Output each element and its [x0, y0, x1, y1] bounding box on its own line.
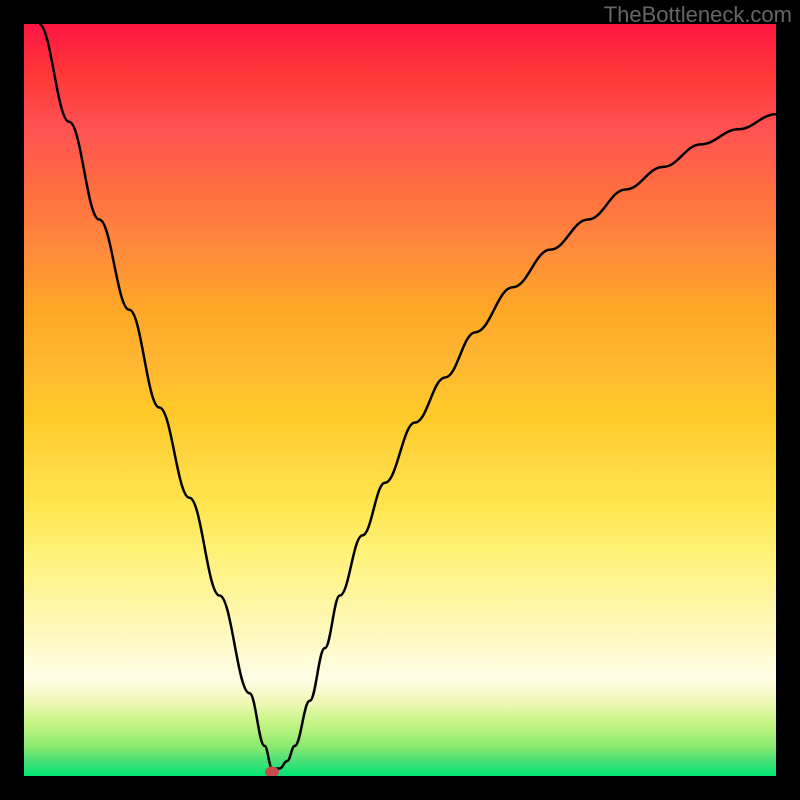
optimal-point-marker	[265, 767, 279, 776]
watermark-text: TheBottleneck.com	[604, 2, 792, 28]
curve-svg	[24, 24, 776, 776]
plot-area	[24, 24, 776, 776]
bottleneck-curve-path	[39, 24, 776, 768]
